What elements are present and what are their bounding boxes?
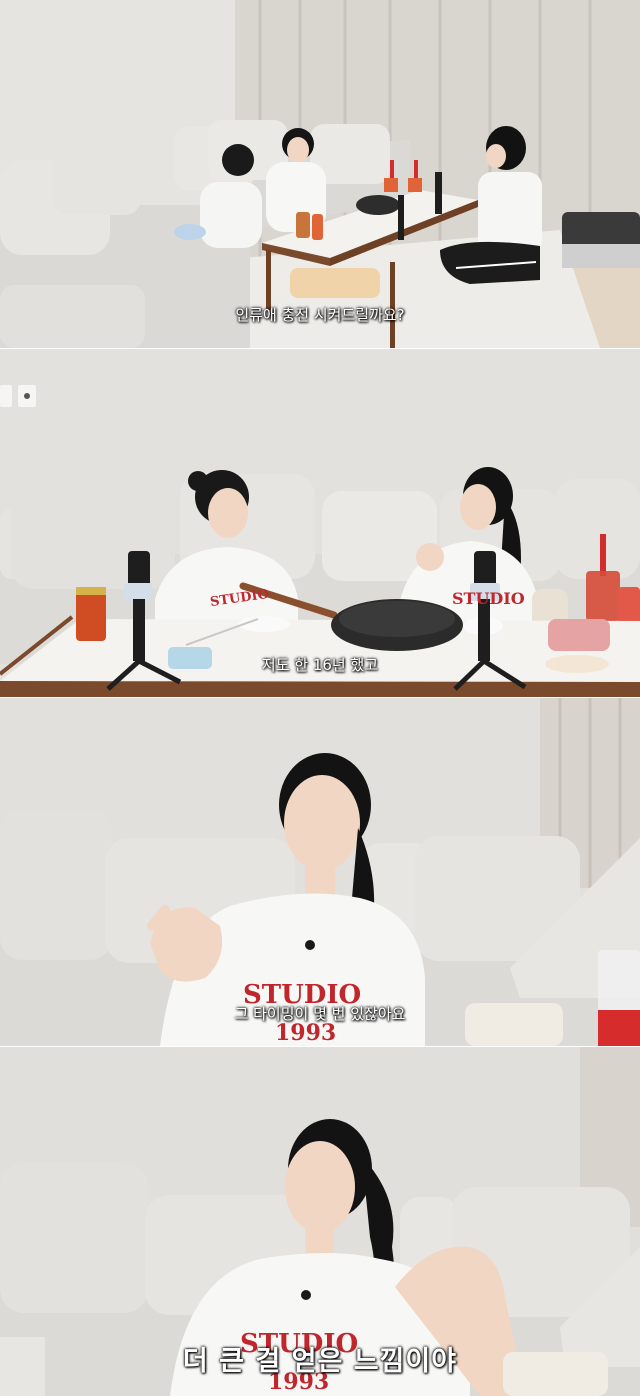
video-frame-4: STUDIO 1993 더 큰 걸 얻은 느낌이야: [0, 1047, 640, 1396]
lapel-mic-icon: [301, 1290, 311, 1300]
lapel-mic-icon: [305, 940, 315, 950]
soda-can: [76, 587, 106, 641]
video-frame-3: STUDIO 1993 그 타이밍이 몇 번 있잖아요: [0, 698, 640, 1046]
subtitle: 인류애 충전 시켜드릴까요?: [235, 306, 405, 324]
subtitle: 저도 한 16년 했고: [261, 656, 379, 674]
mug: [548, 619, 610, 651]
table-closeup-scene: [0, 349, 640, 697]
shirt-print-right: STUDIO: [452, 589, 525, 608]
face: [285, 1141, 355, 1233]
subtitle: 더 큰 걸 얻은 느낌이야: [182, 1346, 458, 1377]
living-room-wide-scene: [0, 0, 640, 348]
face: [284, 775, 360, 871]
video-frame-2: STUDIO STUDIO 저도 한 16년 했고: [0, 349, 640, 697]
video-frame-1: 인류애 충전 시켜드릴까요?: [0, 0, 640, 348]
subtitle: 그 타이밍이 몇 번 있잖아요: [234, 1005, 406, 1023]
